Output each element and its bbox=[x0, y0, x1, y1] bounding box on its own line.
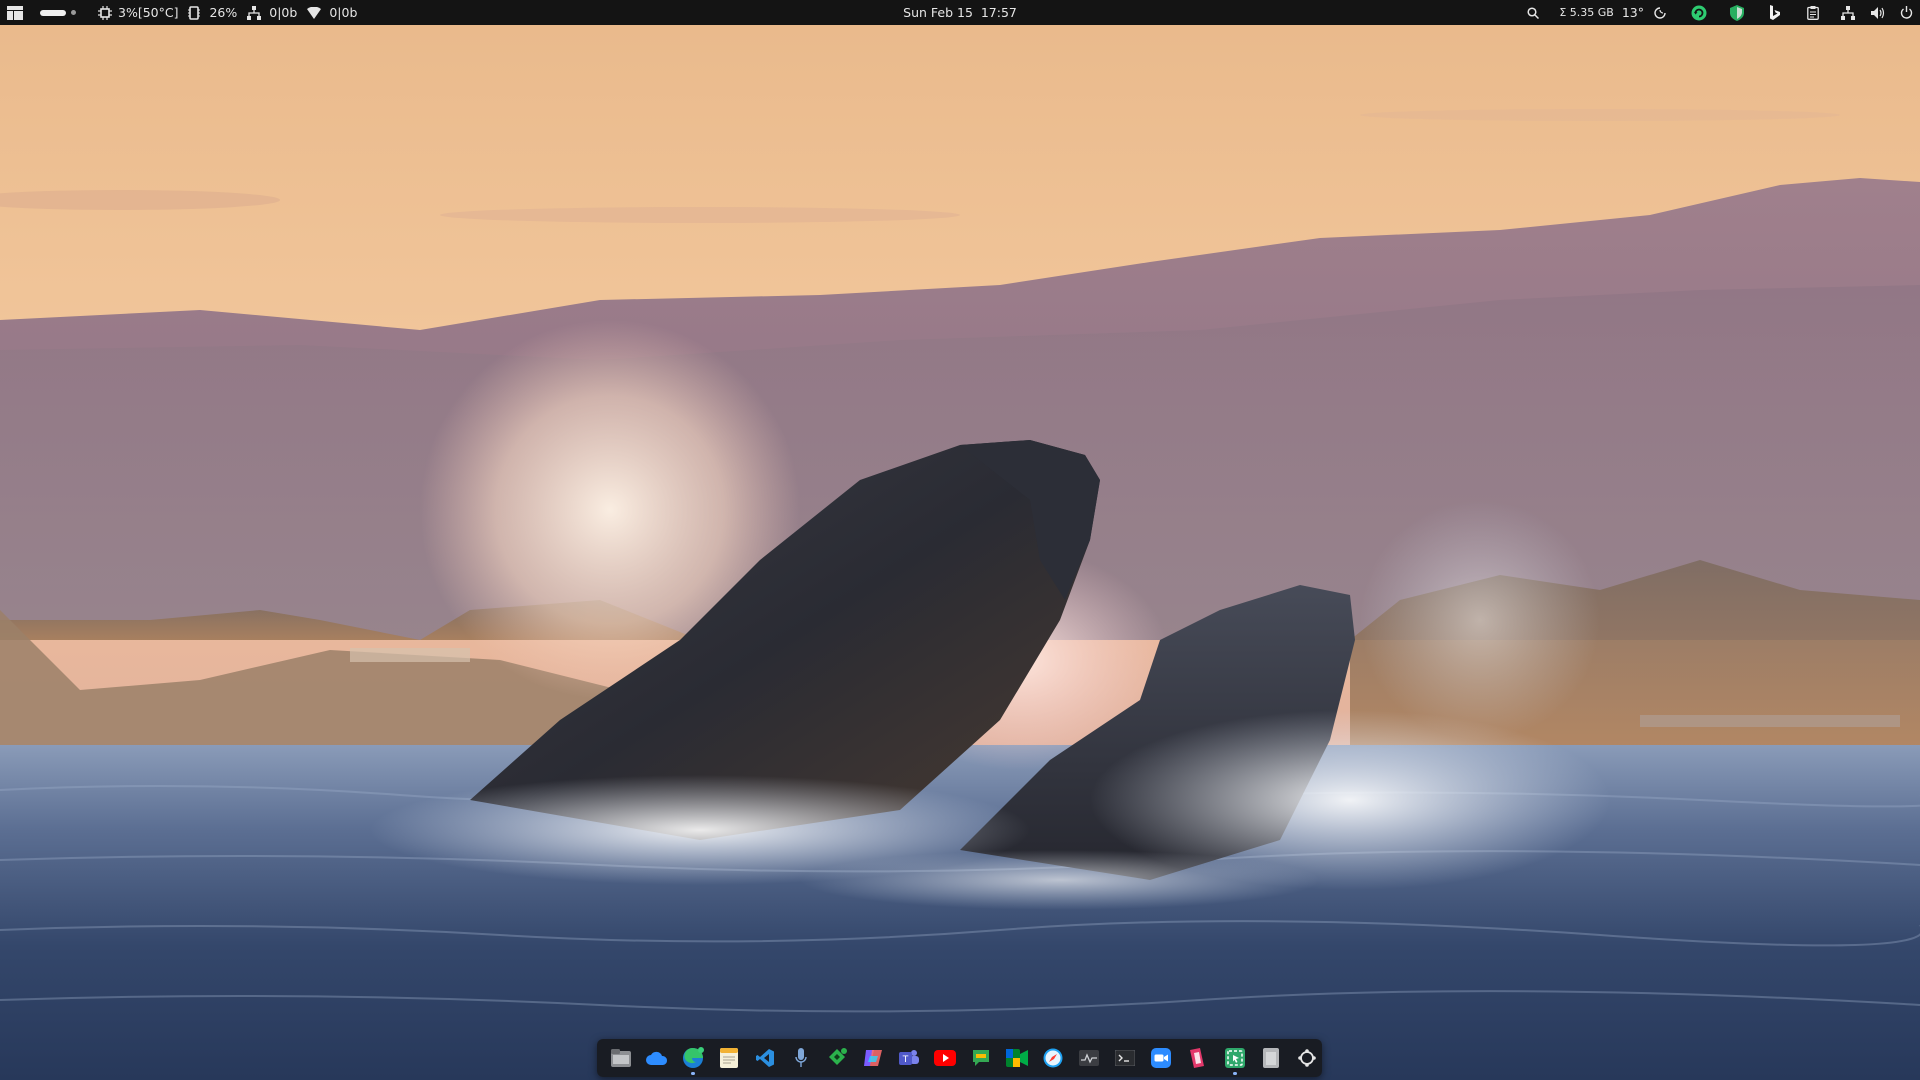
edge-icon bbox=[683, 1047, 704, 1068]
volume-icon[interactable] bbox=[1870, 0, 1886, 25]
system-monitor-icon bbox=[1079, 1050, 1099, 1066]
compass-icon bbox=[1043, 1048, 1063, 1068]
power-icon[interactable] bbox=[1898, 0, 1914, 25]
layout-icon[interactable] bbox=[6, 0, 24, 25]
network-speed-text: 0|0b bbox=[269, 5, 298, 20]
meet-icon bbox=[1006, 1049, 1028, 1067]
weather-temp-text[interactable]: 13° bbox=[1622, 0, 1644, 25]
dock-item-meet[interactable] bbox=[999, 1040, 1035, 1076]
dock: T bbox=[597, 1039, 1322, 1077]
workspace-indicator[interactable] bbox=[40, 0, 76, 25]
cpu-usage-text: 3%[50°C] bbox=[118, 5, 179, 20]
files-icon bbox=[611, 1049, 631, 1067]
panel-right: Σ 5.35 GB 13° bbox=[1523, 0, 1914, 25]
clock[interactable]: Sun Feb 15 17:57 bbox=[903, 0, 1017, 25]
sync-icon[interactable] bbox=[1690, 0, 1708, 25]
clipboard-icon[interactable] bbox=[1806, 0, 1820, 25]
dock-item-copilot[interactable] bbox=[855, 1040, 891, 1076]
dock-item-teams[interactable]: T bbox=[891, 1040, 927, 1076]
zoom-icon bbox=[1151, 1048, 1171, 1068]
dock-item-edge[interactable] bbox=[675, 1040, 711, 1076]
pinta-icon bbox=[1190, 1048, 1204, 1068]
memory-indicator[interactable]: 26% bbox=[188, 0, 237, 25]
youtube-icon bbox=[934, 1050, 956, 1066]
shield-icon[interactable] bbox=[1728, 0, 1746, 25]
panel-left: 3%[50°C] 26% 0|0b 0|0b bbox=[6, 0, 357, 25]
feedly-icon bbox=[829, 1048, 847, 1065]
chat-icon bbox=[973, 1050, 989, 1066]
dock-item-zoom[interactable] bbox=[1143, 1040, 1179, 1076]
dock-item-trash[interactable] bbox=[1253, 1040, 1289, 1076]
dock-item-notes[interactable] bbox=[711, 1040, 747, 1076]
bing-icon[interactable] bbox=[1768, 0, 1782, 25]
wifi-icon bbox=[307, 6, 322, 19]
datetime-text: Sun Feb 15 17:57 bbox=[903, 5, 1017, 20]
dock-item-youtube[interactable] bbox=[927, 1040, 963, 1076]
network-status-icon[interactable] bbox=[1840, 0, 1856, 25]
disk-usage-text[interactable]: Σ 5.35 GB bbox=[1559, 0, 1614, 25]
dock-item-chat[interactable] bbox=[963, 1040, 999, 1076]
screenshot-icon bbox=[1225, 1048, 1245, 1068]
dock-item-show-apps[interactable] bbox=[1289, 1040, 1325, 1076]
onedrive-icon bbox=[646, 1051, 668, 1065]
dock-item-voice-recorder[interactable] bbox=[783, 1040, 819, 1076]
dock-item-onedrive[interactable] bbox=[639, 1040, 675, 1076]
night-light-icon[interactable] bbox=[1652, 0, 1668, 25]
memory-usage-text: 26% bbox=[209, 5, 238, 20]
svg-text:T: T bbox=[902, 1055, 909, 1065]
network-icon bbox=[247, 5, 262, 20]
wifi-speed-text: 0|0b bbox=[329, 5, 358, 20]
cpu-icon bbox=[98, 5, 112, 20]
cpu-indicator[interactable]: 3%[50°C] bbox=[98, 0, 178, 25]
dock-item-terminal[interactable] bbox=[1107, 1040, 1143, 1076]
dock-item-files[interactable] bbox=[603, 1040, 639, 1076]
dock-item-system-monitor[interactable] bbox=[1071, 1040, 1107, 1076]
search-icon[interactable] bbox=[1523, 0, 1543, 25]
copilot-icon bbox=[864, 1050, 882, 1066]
wifi-indicator[interactable]: 0|0b bbox=[307, 0, 357, 25]
dock-item-feedly[interactable] bbox=[819, 1040, 855, 1076]
memory-icon bbox=[188, 5, 201, 20]
terminal-icon bbox=[1115, 1050, 1135, 1066]
dock-item-screenshot[interactable] bbox=[1217, 1040, 1253, 1076]
dock-item-vscode[interactable] bbox=[747, 1040, 783, 1076]
network-indicator[interactable]: 0|0b bbox=[247, 0, 297, 25]
show-apps-icon bbox=[1298, 1049, 1316, 1067]
trash-icon bbox=[1263, 1048, 1279, 1068]
vscode-icon bbox=[756, 1049, 774, 1067]
top-panel: 3%[50°C] 26% 0|0b 0|0b Sun Feb 15 17:57 bbox=[0, 0, 1920, 25]
teams-icon: T bbox=[899, 1050, 919, 1065]
notes-icon bbox=[720, 1048, 738, 1068]
desktop-wallpaper bbox=[0, 0, 1920, 1080]
microphone-icon bbox=[795, 1048, 807, 1067]
dock-item-pinta[interactable] bbox=[1179, 1040, 1215, 1076]
dock-item-safari[interactable] bbox=[1035, 1040, 1071, 1076]
